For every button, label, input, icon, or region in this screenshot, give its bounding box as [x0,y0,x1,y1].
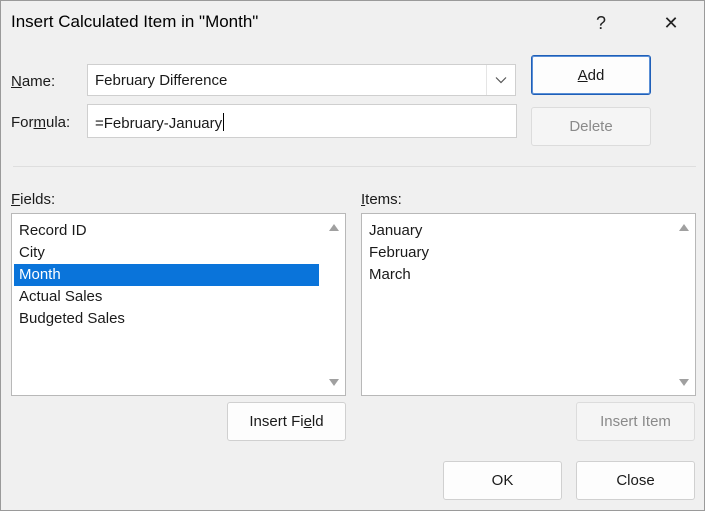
insert-field-button[interactable]: Insert Fi e ld [227,402,346,441]
close-icon: ✕ [663,12,679,33]
close-button[interactable]: Close [576,461,695,500]
items-list: January February March [364,220,669,286]
items-label: Items: [361,191,402,208]
fields-scroll-up[interactable] [326,220,342,234]
field-list-item[interactable]: Actual Sales [14,286,319,308]
items-listbox[interactable]: January February March [361,213,696,396]
fields-list: Record ID City Month Actual Sales Budgeted S… [14,220,319,330]
delete-button[interactable]: Delete [531,107,651,146]
name-combobox[interactable]: February Difference [87,64,516,96]
fields-label: Fields: [11,191,56,208]
field-list-item[interactable]: City [14,242,319,264]
formula-label: Formula: [11,114,71,131]
item-list-item[interactable]: March [364,264,669,286]
fields-scroll-down[interactable] [326,375,342,389]
separator [13,166,696,167]
scroll-up-arrow-icon [679,223,689,231]
fields-listbox[interactable]: Record ID City Month Actual Sales Budgeted S… [11,213,346,396]
items-scroll-down[interactable] [676,375,692,389]
name-dropdown-button[interactable] [486,65,515,95]
item-list-item[interactable]: January [364,220,669,242]
scroll-down-arrow-icon [329,378,339,386]
help-button[interactable]: ? [581,7,621,39]
insert-item-button[interactable]: Insert Item [576,402,695,441]
text-caret [223,113,225,131]
field-list-item[interactable]: Budgeted Sales [14,308,319,330]
help-icon: ? [595,12,606,33]
ok-button[interactable]: OK [443,461,562,500]
dialog-title: Insert Calculated Item in "Month" [11,12,259,31]
name-label: Name: [11,73,56,90]
formula-value: =February-January [95,115,223,132]
scroll-down-arrow-icon [679,378,689,386]
title-bar: Insert Calculated Item in "Month" ? ✕ [1,1,704,45]
add-button[interactable]: Add [531,55,651,95]
close-window-button[interactable]: ✕ [651,7,691,39]
chevron-down-icon [495,77,507,84]
field-list-item[interactable]: Month [14,264,319,286]
items-scroll-up[interactable] [676,220,692,234]
item-list-item[interactable]: February [364,242,669,264]
field-list-item[interactable]: Record ID [14,220,319,242]
formula-input[interactable]: =February-January [87,104,517,138]
scroll-up-arrow-icon [329,223,339,231]
name-value: February Difference [95,72,228,89]
insert-calculated-item-dialog: Insert Calculated Item in "Month" ? ✕ Na… [0,0,705,511]
